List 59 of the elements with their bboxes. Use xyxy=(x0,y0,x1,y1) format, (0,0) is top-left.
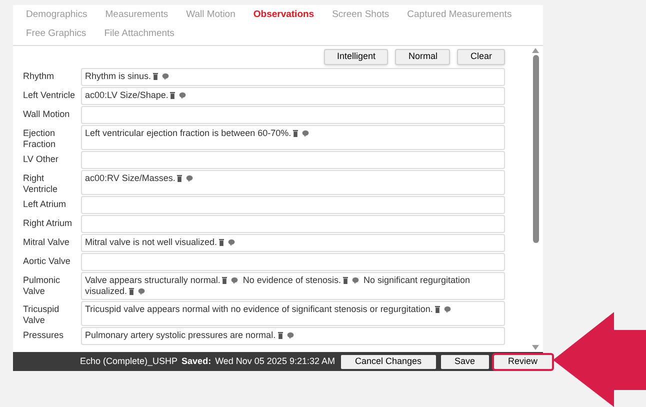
field-label: Left Atrium xyxy=(23,198,68,211)
field-label: Pressures xyxy=(23,329,65,342)
comment-icon[interactable] xyxy=(228,239,236,246)
observation-field[interactable] xyxy=(81,253,505,271)
comment-icon[interactable] xyxy=(186,175,194,182)
observation-field[interactable]: Left ventricular ejection fraction is between 60-70%. xyxy=(81,125,505,150)
field-label: Right Ventricle xyxy=(23,172,59,195)
trash-icon[interactable] xyxy=(129,288,134,295)
trash-icon[interactable] xyxy=(222,277,228,284)
footer-button[interactable]: Review xyxy=(494,354,552,368)
observation-field[interactable] xyxy=(81,151,505,169)
document-name: Echo (Complete)_USHP xyxy=(80,354,178,368)
observation-field[interactable] xyxy=(81,196,505,214)
observation-field[interactable]: Pulmonary artery systolic pressures are normal. xyxy=(81,327,505,345)
trash-icon[interactable] xyxy=(293,130,298,137)
field-label: Tricuspid Valve xyxy=(23,303,60,326)
scrollbar[interactable] xyxy=(531,46,540,352)
observation-field[interactable]: ac00:RV Size/Masses. xyxy=(81,170,505,195)
trash-icon[interactable] xyxy=(278,332,283,339)
toolbar-button[interactable]: Clear xyxy=(457,49,505,65)
comment-icon[interactable] xyxy=(179,92,186,99)
field-label: Right Atrium xyxy=(23,217,74,230)
observation-field[interactable]: Rhythm is sinus. xyxy=(81,68,505,86)
trash-icon[interactable] xyxy=(219,239,224,246)
saved-label: Saved: xyxy=(182,354,212,368)
observation-field[interactable]: Valve appears structurally normal. No evidence of stenosis. No significant regurgitation visualized. xyxy=(81,272,505,300)
observation-field[interactable] xyxy=(81,215,505,233)
field-label: Mitral Valve xyxy=(23,236,70,249)
field-label: Aortic Valve xyxy=(23,255,72,268)
trash-icon[interactable] xyxy=(170,92,176,99)
observation-field[interactable] xyxy=(81,106,505,124)
comment-icon[interactable] xyxy=(286,332,294,339)
trash-icon[interactable] xyxy=(342,277,348,284)
tab[interactable]: Observations xyxy=(244,6,324,25)
field-label: Ejection Fraction xyxy=(23,127,57,150)
observation-field[interactable]: ac00:LV Size/Shape. xyxy=(81,87,505,105)
comment-icon[interactable] xyxy=(444,306,451,313)
observation-field[interactable]: Tricuspid valve appears normal with no evidence of significant stenosis or regurgitation. xyxy=(81,301,505,326)
comment-icon[interactable] xyxy=(302,130,310,137)
footer-button[interactable]: Save xyxy=(440,354,490,368)
scroll-up-icon[interactable] xyxy=(532,48,539,53)
comment-icon[interactable] xyxy=(162,73,170,80)
saved-time: Wed Nov 05 2025 9:21:32 AM xyxy=(215,354,335,368)
comment-icon[interactable] xyxy=(231,277,238,284)
field-label: LV Other xyxy=(23,153,60,166)
observation-field[interactable]: Mitral valve is not well visualized. xyxy=(81,234,505,252)
trash-icon[interactable] xyxy=(434,306,440,313)
scroll-down-icon[interactable] xyxy=(532,345,539,350)
toolbar-button[interactable]: Intelligent xyxy=(324,49,388,65)
field-label: Wall Motion xyxy=(23,108,71,121)
trash-icon[interactable] xyxy=(177,175,182,182)
footer-button[interactable]: Cancel Changes xyxy=(340,354,436,368)
comment-icon[interactable] xyxy=(352,277,359,284)
field-label: Left Ventricle xyxy=(23,89,76,102)
toolbar-button[interactable]: Normal xyxy=(395,49,450,65)
field-label: Pulmonic Valve xyxy=(23,274,62,298)
comment-icon[interactable] xyxy=(138,288,146,295)
field-label: Rhythm xyxy=(23,70,56,83)
trash-icon[interactable] xyxy=(153,73,158,80)
